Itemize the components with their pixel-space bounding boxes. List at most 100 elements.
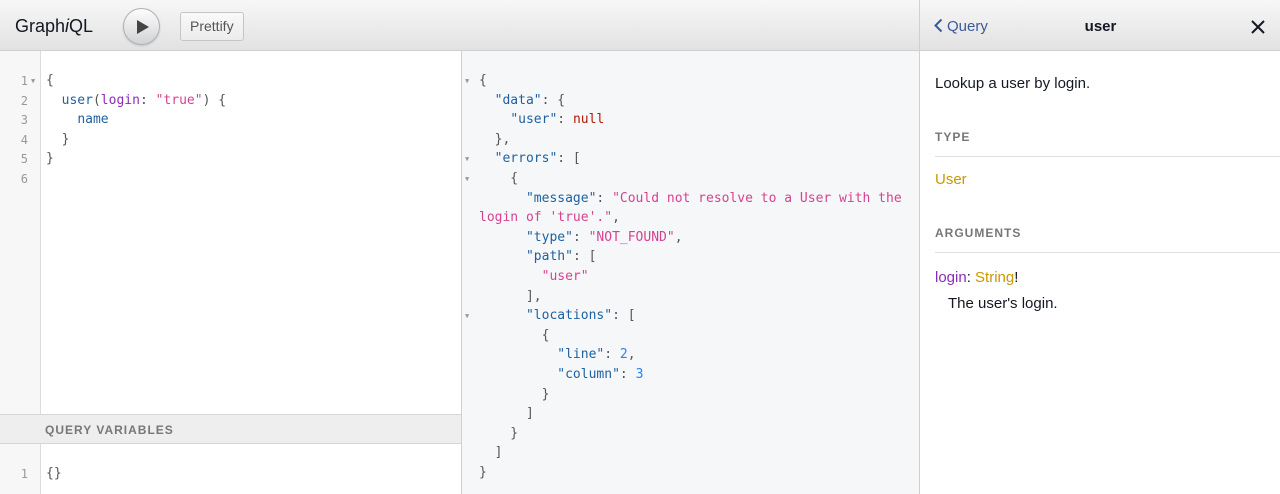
code-token: ( xyxy=(92,92,101,108)
query-line: user(login: "true") { xyxy=(46,91,226,111)
code-token: : xyxy=(139,92,156,108)
code-token: { xyxy=(46,73,54,88)
code-token: "type" xyxy=(525,229,573,245)
code-token: : xyxy=(604,347,620,363)
close-doc-button[interactable] xyxy=(1250,19,1266,35)
code-token: login xyxy=(100,92,140,108)
code-token: login of 'true'." xyxy=(479,210,613,226)
line-number: 2 xyxy=(20,93,28,108)
arguments-heading: ARGUMENTS xyxy=(935,226,1022,240)
code-token: } xyxy=(46,151,54,167)
argument-type-link[interactable]: String xyxy=(975,269,1014,286)
result-line: }, xyxy=(479,130,511,150)
query-variables-header[interactable]: QUERY VARIABLES xyxy=(0,414,461,444)
result-line: "path": [ xyxy=(479,247,596,267)
doc-explorer: Query user Lookup a user by login. TYPE … xyxy=(919,0,1280,494)
code-token: , xyxy=(612,210,620,226)
doc-title: user xyxy=(1084,18,1117,35)
code-token: } xyxy=(46,131,70,147)
result-line: "locations": [ xyxy=(479,306,636,326)
result-line: ] xyxy=(479,404,534,424)
prettify-button[interactable]: Prettify xyxy=(180,12,244,41)
code-token: : { xyxy=(541,92,566,108)
query-line: } xyxy=(46,149,54,169)
play-icon xyxy=(137,20,149,34)
result-line: } xyxy=(479,385,550,405)
fold-toggle-icon[interactable]: ▼ xyxy=(465,169,469,189)
code-token: , xyxy=(627,347,636,363)
code-token: { xyxy=(479,73,487,88)
query-variables-title: QUERY VARIABLES xyxy=(45,423,174,437)
line-number: 1 xyxy=(20,74,28,88)
code-token: "user" xyxy=(510,112,558,128)
result-line: { xyxy=(479,71,487,91)
code-token: { xyxy=(479,327,550,343)
code-token: user xyxy=(61,92,93,108)
fold-toggle-icon[interactable]: ▼ xyxy=(465,71,469,91)
close-icon xyxy=(1251,20,1265,34)
code-token: 3 xyxy=(635,367,644,382)
toolbar: GraphiQL Prettify xyxy=(0,0,919,51)
line-number: 3 xyxy=(20,113,28,128)
fold-toggle-icon[interactable]: ▼ xyxy=(465,149,469,169)
code-token: "locations" xyxy=(525,308,613,324)
code-token: null xyxy=(572,112,605,128)
code-token: ] xyxy=(479,445,503,461)
code-token: ], xyxy=(479,288,542,304)
arguments-divider xyxy=(935,252,1280,253)
execute-query-button[interactable] xyxy=(123,8,160,45)
argument-nonnull: ! xyxy=(1014,269,1019,286)
type-link[interactable]: User xyxy=(935,171,967,188)
code-token: "column" xyxy=(557,367,620,382)
argument-name: login xyxy=(935,269,967,286)
query-line: { xyxy=(46,71,54,91)
code-token: "user" xyxy=(541,269,589,284)
code-token: } xyxy=(479,425,519,441)
fold-toggle-icon[interactable]: ▼ xyxy=(31,71,35,91)
result-line: { xyxy=(479,326,550,346)
result-line: { xyxy=(479,169,518,189)
field-description: Lookup a user by login. xyxy=(935,75,1091,92)
argument-separator: : xyxy=(966,269,976,286)
variables-line: {} xyxy=(46,464,62,484)
code-token: } xyxy=(479,386,550,402)
code-token: : xyxy=(557,112,573,128)
result-line: "user" xyxy=(479,267,589,287)
result-viewer: { "data": { "user": null }, "errors": [ … xyxy=(462,51,919,494)
code-token: ] xyxy=(479,406,534,422)
query-line: name xyxy=(46,110,108,130)
type-heading: TYPE xyxy=(935,130,971,144)
query-variables-editor[interactable]: 1 {} xyxy=(0,444,461,494)
fold-toggle-icon[interactable]: ▼ xyxy=(465,306,469,326)
result-line: login of 'true'.", xyxy=(479,208,620,228)
argument-login: login: String! xyxy=(935,269,1018,286)
doc-explorer-header: Query user xyxy=(920,0,1280,51)
code-token: "path" xyxy=(525,249,573,265)
code-token: : xyxy=(596,190,613,206)
code-token: ) { xyxy=(202,92,227,108)
code-token: } xyxy=(479,465,487,480)
result-line: ] xyxy=(479,443,503,463)
result-line: "line": 2, xyxy=(479,345,636,365)
code-token: "data" xyxy=(494,92,542,108)
code-token: "Could not resolve to a User with the xyxy=(612,190,902,206)
result-line: "column": 3 xyxy=(479,365,643,385)
code-token: { xyxy=(479,171,519,186)
code-token: : [ xyxy=(557,151,581,167)
code-token: {} xyxy=(46,466,62,481)
code-token: : xyxy=(572,229,589,245)
code-token: "line" xyxy=(557,347,605,363)
result-line: "data": { xyxy=(479,91,565,111)
code-token: : [ xyxy=(612,308,636,324)
query-editor[interactable]: 1 2 3 4 5 6 { user(login: "true") { name }} ▼ xyxy=(0,51,461,414)
result-line: ], xyxy=(479,287,542,307)
